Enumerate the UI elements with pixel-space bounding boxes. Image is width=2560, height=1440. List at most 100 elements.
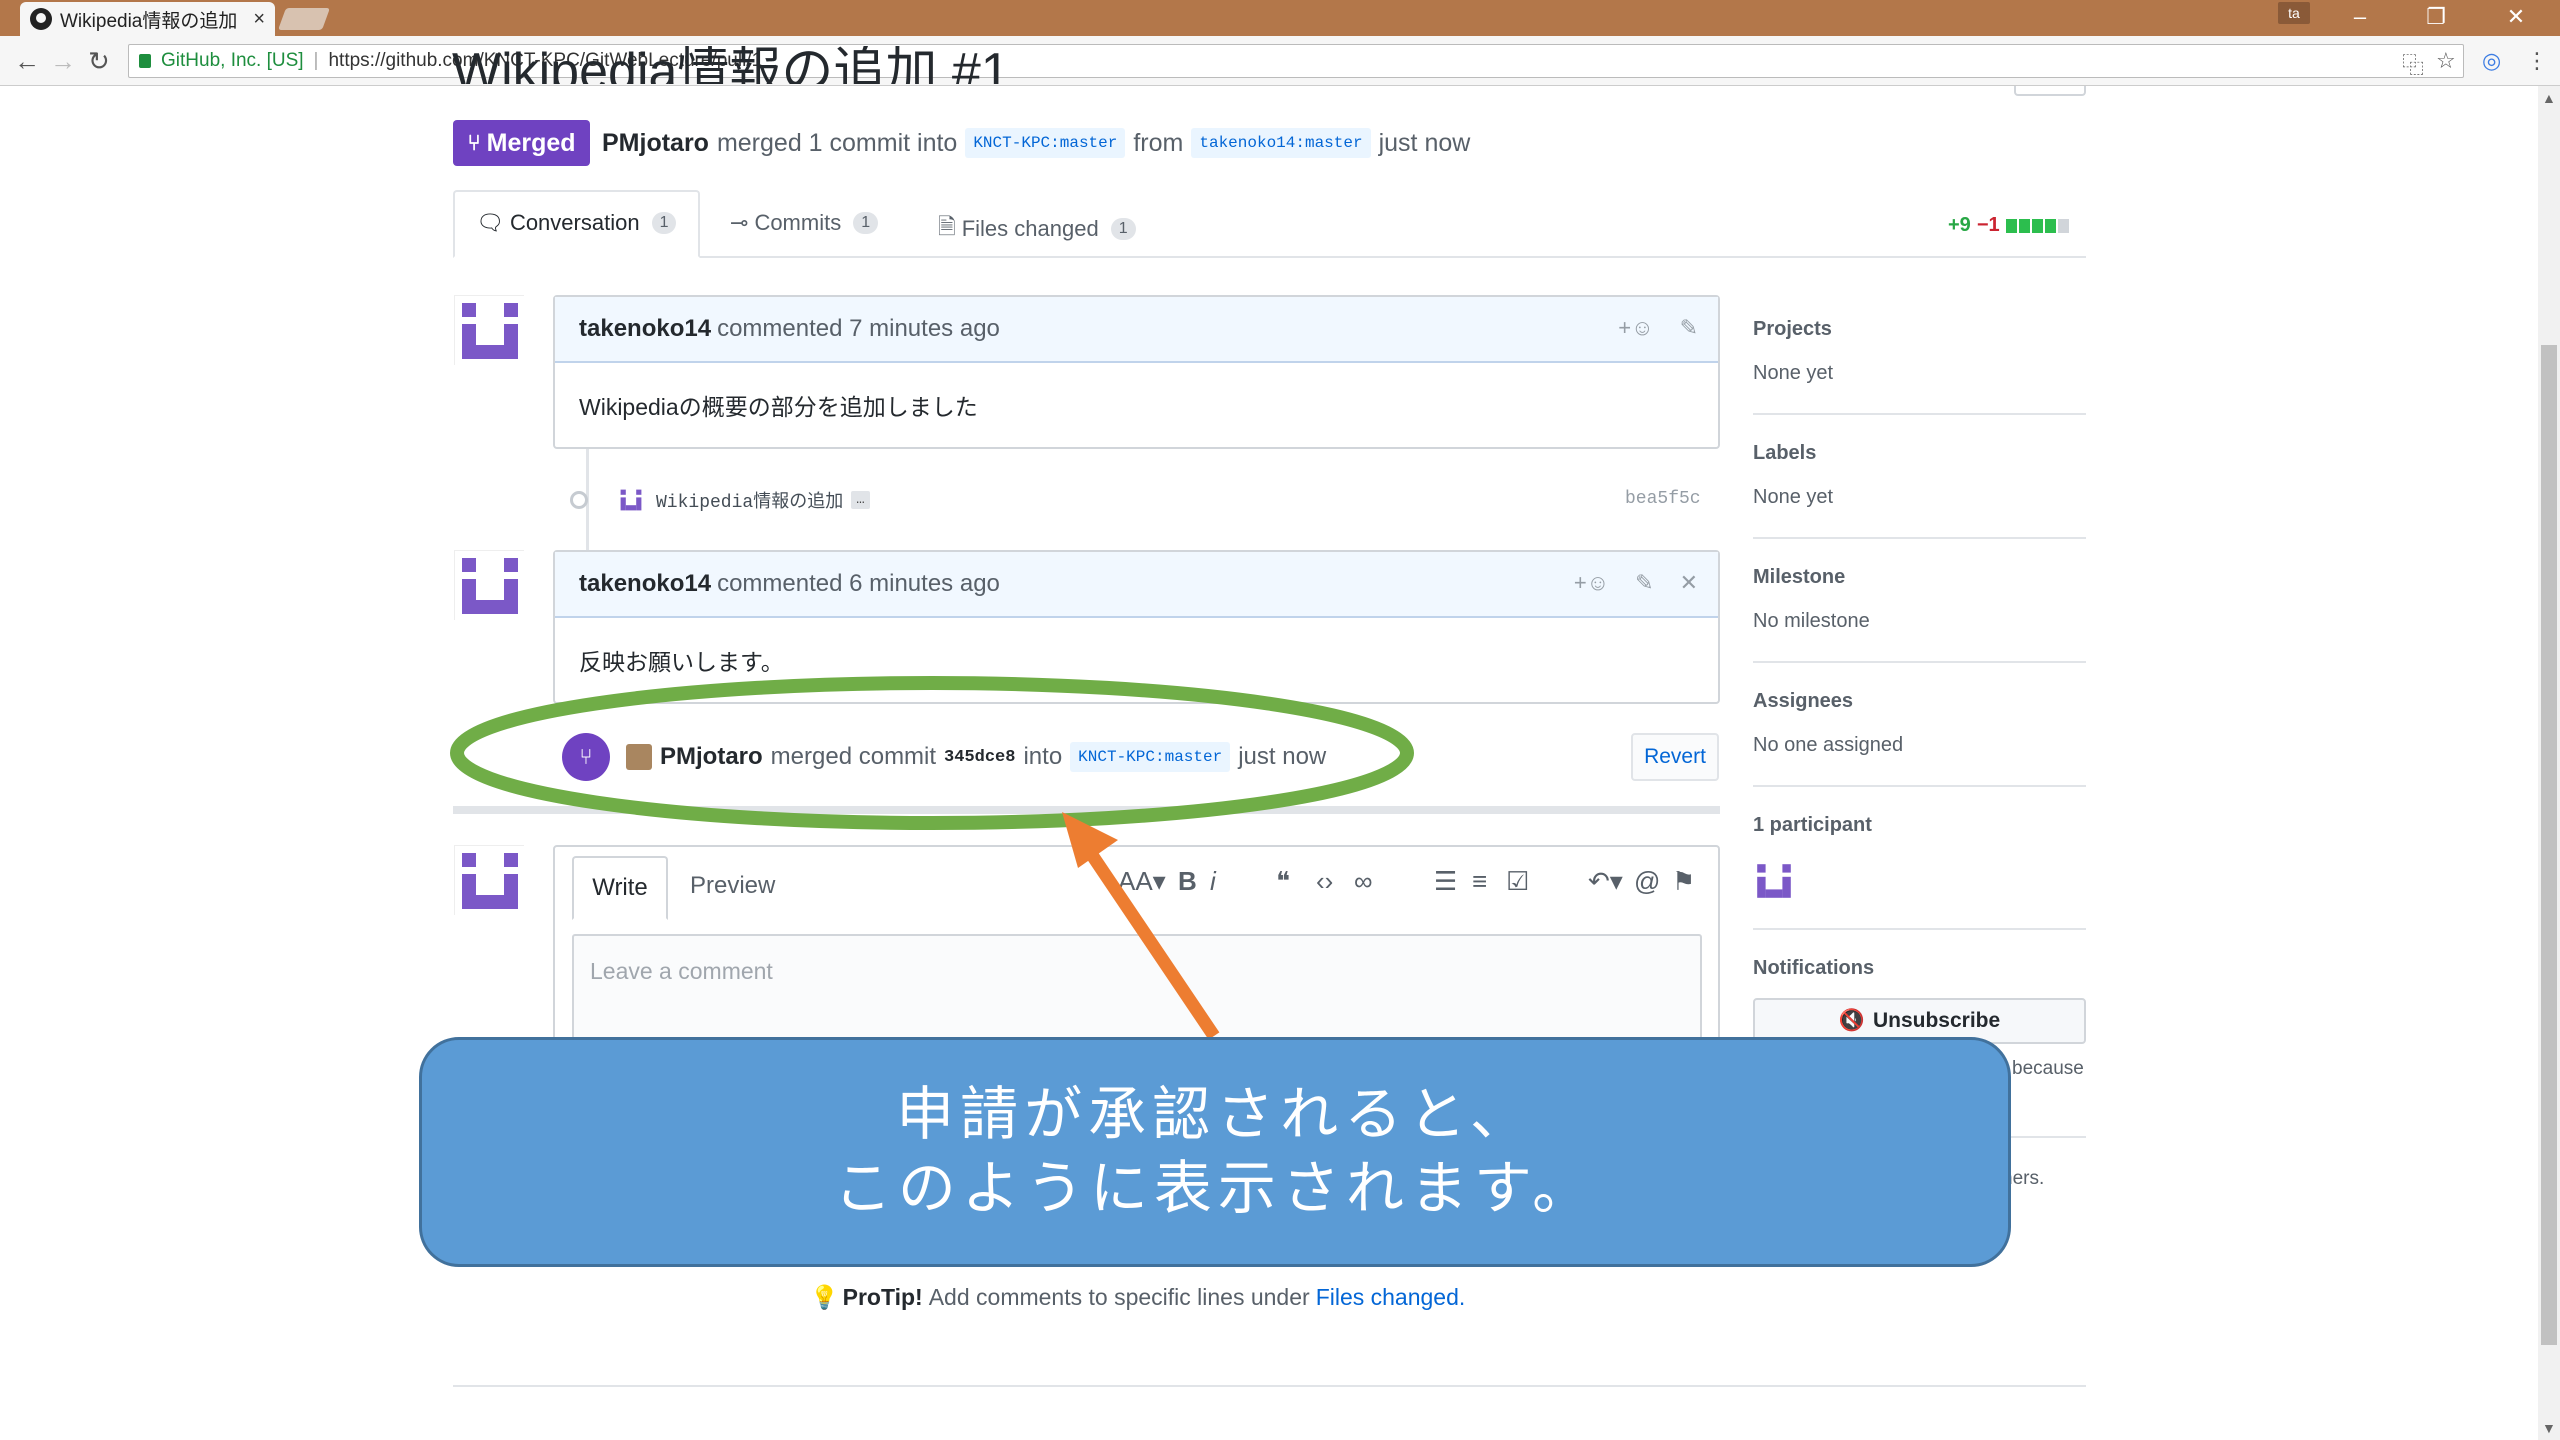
translate-icon[interactable]: ⿻	[2402, 48, 2424, 80]
tab-files-changed[interactable]: 🗎 Files changed 1	[938, 210, 1136, 248]
tab-commits-count: 1	[853, 212, 879, 234]
page-title: Wikipedia情報の追加 #1	[452, 46, 1010, 84]
base-branch[interactable]: KNCT-KPC:master	[965, 128, 1126, 158]
files-changed-link[interactable]: Files changed	[1316, 1284, 1459, 1311]
reload-icon[interactable]: ↻	[88, 46, 110, 77]
avatar[interactable]	[626, 744, 652, 770]
tab-commits[interactable]: ⊸ Commits 1	[730, 210, 879, 236]
bullet-list-icon[interactable]: ☰	[1434, 866, 1457, 897]
new-tab-button[interactable]	[277, 8, 331, 30]
secure-origin-label: GitHub, Inc. [US]	[161, 50, 304, 71]
code-icon[interactable]: ‹›	[1316, 866, 1333, 897]
footer-divider	[453, 1385, 2086, 1387]
bold-icon[interactable]: B	[1178, 866, 1197, 897]
avatar[interactable]	[618, 487, 644, 513]
sidebar-labels-title[interactable]: Labels	[1753, 442, 1816, 465]
merged-state-badge: ⑂ Merged	[453, 120, 590, 166]
bookmark-star-icon[interactable]: ☆	[2436, 48, 2456, 74]
scroll-up-icon[interactable]: ▲	[2542, 90, 2556, 106]
tab-commits-text: Commits	[754, 210, 842, 235]
task-list-icon[interactable]: ☑	[1506, 866, 1529, 897]
avatar[interactable]	[454, 550, 525, 621]
sidebar-assignees-title[interactable]: Assignees	[1753, 690, 1853, 713]
browser-tab[interactable]: Wikipedia情報の追加 ×	[20, 2, 275, 36]
avatar[interactable]	[454, 295, 525, 366]
sidebar-milestone-value: No milestone	[1753, 610, 1870, 632]
extension-icon[interactable]: ◎	[2482, 48, 2501, 74]
profile-badge[interactable]: ta	[2278, 2, 2310, 24]
close-window-button[interactable]: ✕	[2478, 0, 2554, 36]
restore-button[interactable]: ❐	[2398, 0, 2474, 36]
merge-commit-sha[interactable]: 345dce8	[944, 748, 1015, 767]
diffstat-block	[2031, 218, 2043, 233]
tab-conversation-label[interactable]: 🗨 Conversation 1	[476, 210, 677, 236]
edit-pencil-icon[interactable]: ✎	[1635, 570, 1653, 596]
back-icon[interactable]: ←	[14, 46, 40, 77]
callout-box: 申請が承認されると、 このように表示されます。	[419, 1037, 2011, 1267]
comment-author[interactable]: takenoko14	[579, 315, 711, 343]
tab-conversation-count: 1	[651, 212, 677, 234]
head-branch[interactable]: takenoko14:master	[1191, 128, 1371, 158]
edit-pencil-icon[interactable]: ✎	[1680, 315, 1698, 341]
tab-files-changed-count: 1	[1110, 218, 1136, 240]
commit-sha[interactable]: bea5f5c	[1625, 489, 1701, 509]
protip-label: ProTip!	[842, 1284, 923, 1310]
minimize-button[interactable]: –	[2322, 0, 2398, 36]
commit-icon: ⊸	[730, 210, 749, 235]
italic-icon[interactable]: i	[1210, 866, 1216, 897]
commit-event: Wikipedia情報の追加 …	[570, 480, 1720, 520]
saved-reply-icon[interactable]: ⚑	[1672, 866, 1695, 897]
commit-dot-icon	[570, 491, 588, 509]
tab-close-icon[interactable]: ×	[253, 8, 265, 31]
reply-icon[interactable]: ↶▾	[1588, 866, 1623, 897]
merge-target-branch[interactable]: KNCT-KPC:master	[1070, 742, 1231, 772]
delete-close-icon[interactable]: ✕	[1680, 570, 1698, 596]
menu-kebab-icon[interactable]: ⋮	[2526, 48, 2548, 74]
comment-meta[interactable]: commented 7 minutes ago	[717, 315, 1000, 343]
participant-avatar[interactable]	[1753, 860, 1795, 902]
quote-icon[interactable]: ❝	[1276, 866, 1290, 897]
edit-title-button[interactable]	[2014, 86, 2086, 96]
diffstat-deletions: −1	[1976, 214, 2000, 236]
add-reaction-icon[interactable]: +☺	[1618, 315, 1653, 341]
link-icon[interactable]: ∞	[1354, 866, 1373, 897]
scroll-down-icon[interactable]: ▼	[2542, 1420, 2556, 1436]
merged-by-user[interactable]: PMjotaro	[602, 129, 709, 158]
mention-icon[interactable]: @	[1634, 866, 1660, 897]
sidebar-divider	[1753, 785, 2086, 787]
merge-icon: ⑂	[562, 733, 610, 781]
comment-meta[interactable]: commented 6 minutes ago	[717, 570, 1000, 598]
merge-summary: PMjotaro merged 1 commit into KNCT-KPC:m…	[602, 128, 1470, 158]
numbered-list-icon[interactable]: ≡	[1472, 866, 1487, 897]
commit-message[interactable]: Wikipedia情報の追加	[656, 487, 843, 513]
merge-event-time: just now	[1238, 743, 1327, 770]
merge-event-user[interactable]: PMjotaro	[660, 743, 763, 771]
comment-body: Wikipediaの概要の部分を追加しました	[579, 394, 978, 420]
timeline-end-divider	[453, 806, 1720, 814]
diffstat-block	[2018, 218, 2030, 233]
commit-expand-button[interactable]: …	[851, 491, 870, 509]
sidebar-participants-title: 1 participant	[1753, 814, 1872, 836]
avatar[interactable]	[454, 845, 525, 916]
sidebar-divider	[1753, 661, 2086, 663]
revert-button[interactable]: Revert	[1631, 733, 1719, 781]
lock-icon	[139, 54, 151, 68]
protip-text: Add comments to specific lines under	[928, 1284, 1310, 1310]
diffstat-block	[2044, 218, 2056, 233]
sidebar-projects-title[interactable]: Projects	[1753, 318, 1832, 341]
scrollbar-thumb[interactable]	[2541, 345, 2557, 1345]
tab-conversation-text: Conversation	[509, 210, 640, 235]
sidebar-milestone-title[interactable]: Milestone	[1753, 566, 1845, 589]
protip: 💡 ProTip! Add comments to specific lines…	[810, 1284, 1465, 1311]
add-reaction-icon[interactable]: +☺	[1574, 570, 1609, 596]
unsubscribe-label: Unsubscribe	[1872, 1009, 2001, 1032]
header-text-icon[interactable]: AA▾	[1118, 866, 1166, 897]
comment-textarea[interactable]	[572, 934, 1702, 1044]
tab-preview[interactable]: Preview	[690, 872, 775, 900]
forward-icon[interactable]: →	[50, 46, 76, 77]
comment-author[interactable]: takenoko14	[579, 570, 711, 598]
tab-write[interactable]: Write	[572, 856, 668, 920]
merge-icon: ⑂	[467, 130, 481, 155]
mute-icon: 🔇	[1838, 1009, 1865, 1032]
diffstat-block	[2005, 218, 2017, 233]
